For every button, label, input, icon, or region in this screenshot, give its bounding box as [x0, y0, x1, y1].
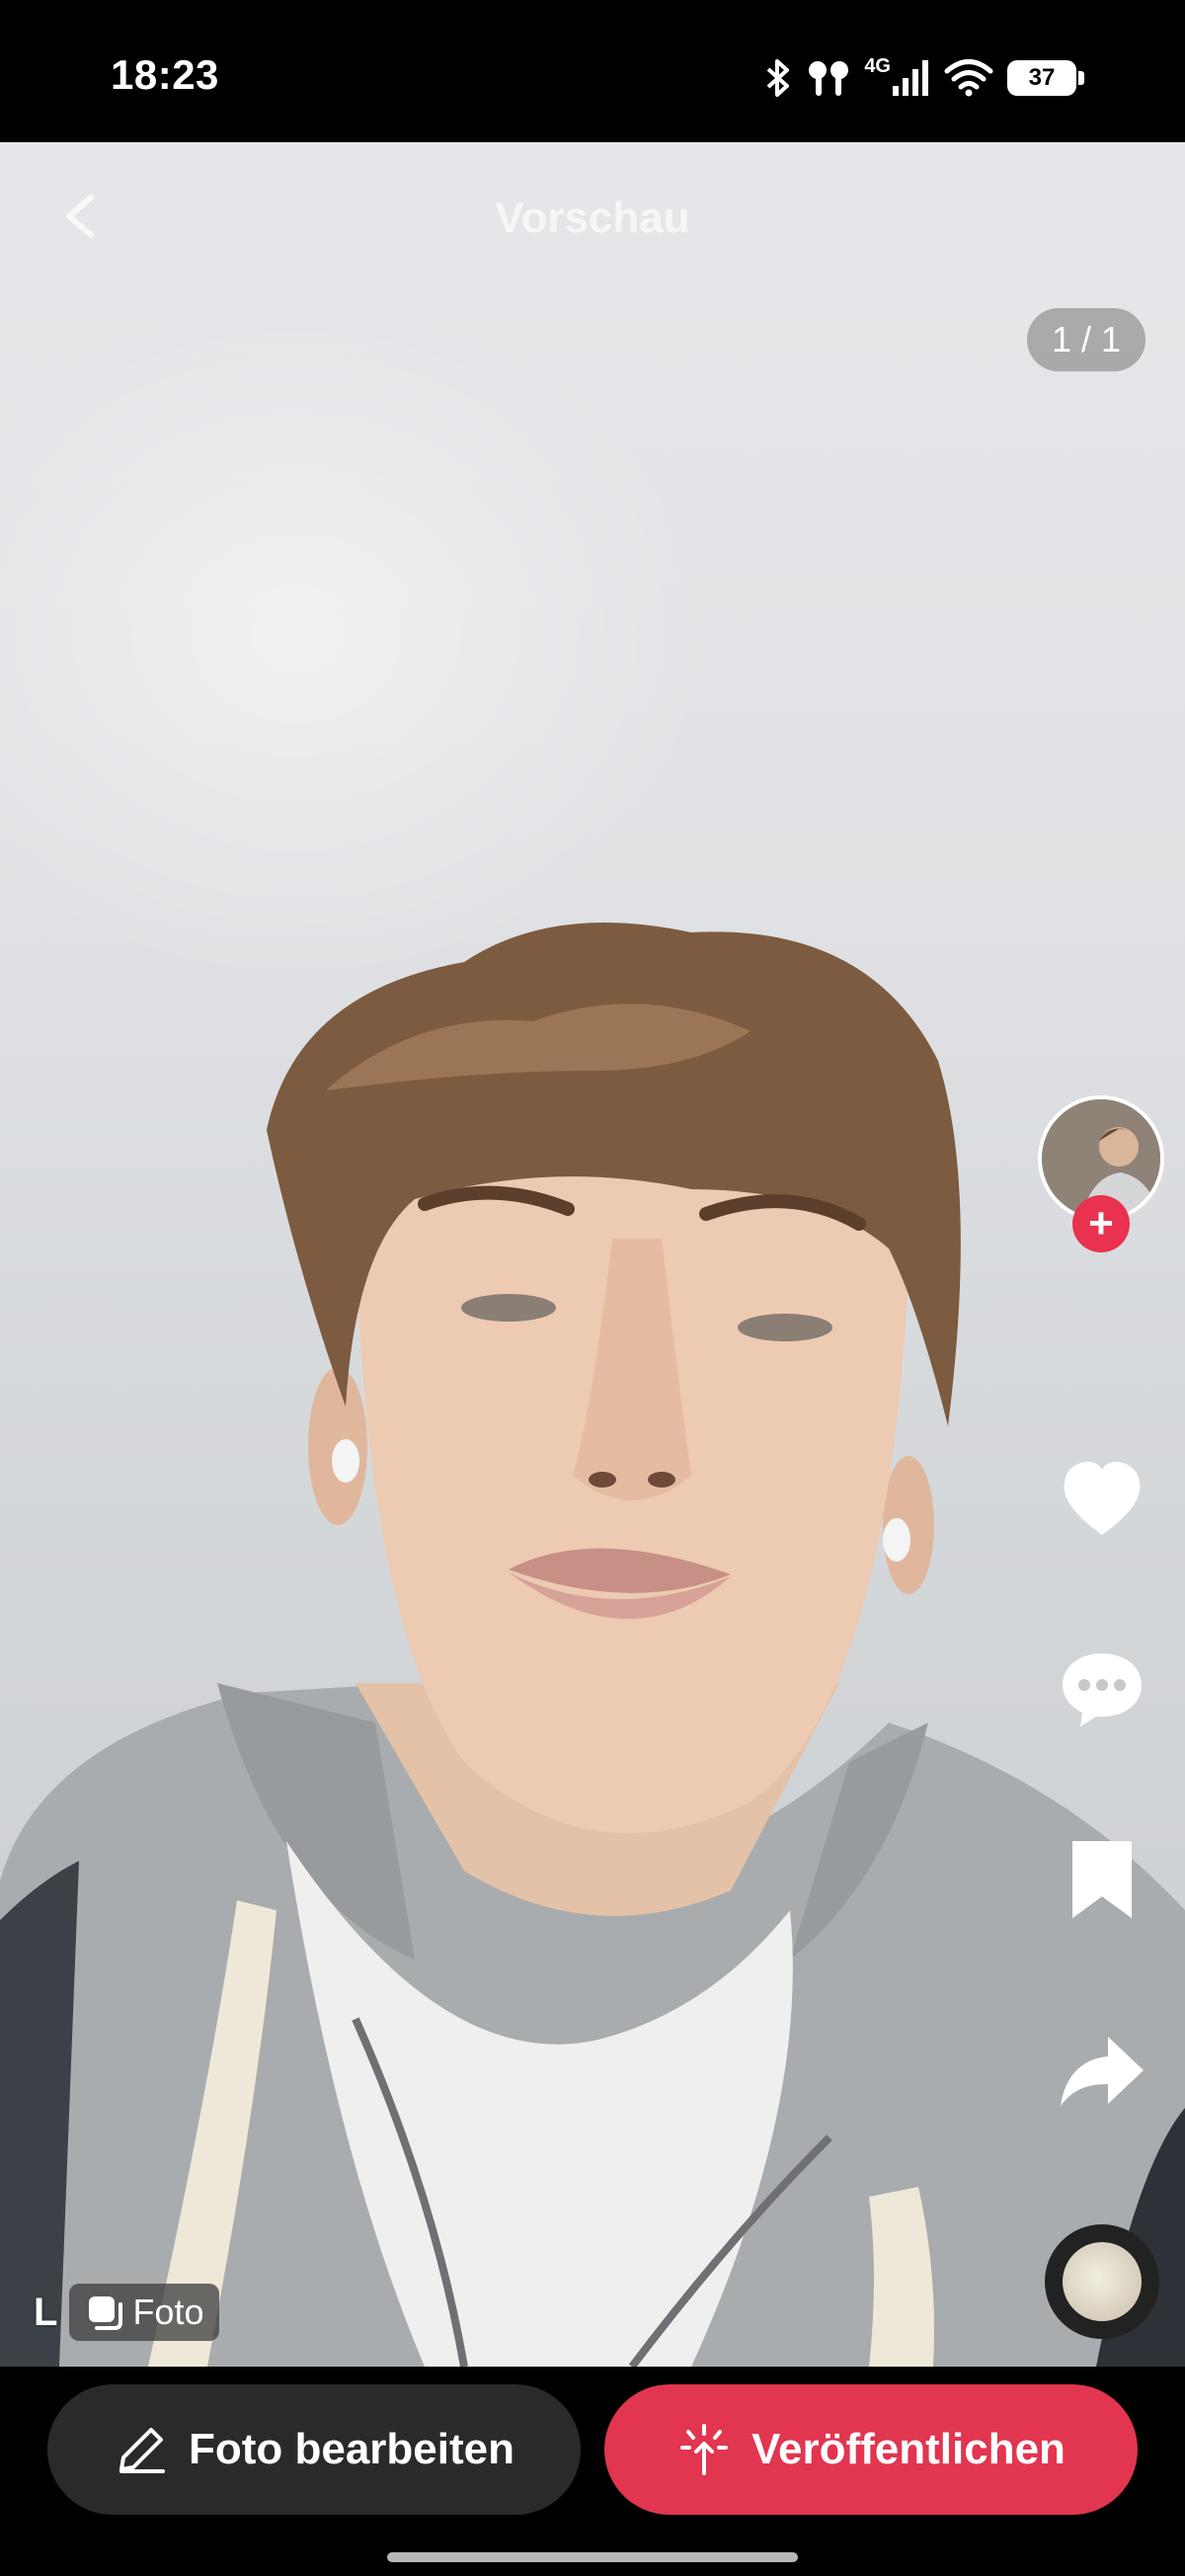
bookmark-icon[interactable] [1057, 1833, 1147, 1924]
bottom-action-bar: Foto bearbeiten Veröffentlichen [0, 2367, 1185, 2576]
battery-level: 37 [1028, 64, 1056, 91]
badge-prefix: L [34, 2290, 58, 2334]
home-indicator[interactable] [387, 2552, 798, 2562]
heart-icon[interactable] [1057, 1454, 1147, 1545]
comment-icon[interactable] [1057, 1644, 1147, 1734]
sound-cover [1063, 2242, 1142, 2321]
sparkle-upload-icon [680, 2424, 729, 2475]
edit-photo-button[interactable]: Foto bearbeiten [47, 2384, 581, 2515]
signal-icon [893, 60, 928, 96]
portrait-photo [0, 923, 1185, 2367]
battery-icon: 37 [1007, 60, 1084, 96]
photo-preview[interactable]: Vorschau 1 / 1 [0, 142, 1185, 2367]
photo-type-badge: Foto [69, 2284, 220, 2341]
status-icons: 4G 37 [763, 53, 1084, 103]
sound-disc-icon[interactable] [1045, 2224, 1159, 2339]
wifi-icon [944, 59, 993, 97]
media-badge: L Foto [34, 2284, 220, 2341]
publish-button[interactable]: Veröffentlichen [604, 2384, 1138, 2515]
share-icon[interactable] [1057, 2027, 1147, 2118]
pencil-icon [118, 2428, 165, 2473]
status-time: 18:23 [111, 51, 219, 98]
earbuds-icon [809, 61, 849, 96]
page-indicator: 1 / 1 [1027, 308, 1146, 371]
photo-type-label: Foto [132, 2292, 204, 2332]
page-title: Vorschau [495, 194, 690, 242]
photo-stack-icon [89, 2296, 123, 2330]
publish-label: Veröffentlichen [751, 2425, 1066, 2473]
bluetooth-icon [766, 59, 790, 97]
edit-photo-label: Foto bearbeiten [188, 2425, 515, 2473]
status-bar: 18:23 4G 37 [0, 0, 1185, 142]
network-type: 4G [864, 54, 891, 77]
follow-plus-icon[interactable]: + [1072, 1195, 1130, 1252]
